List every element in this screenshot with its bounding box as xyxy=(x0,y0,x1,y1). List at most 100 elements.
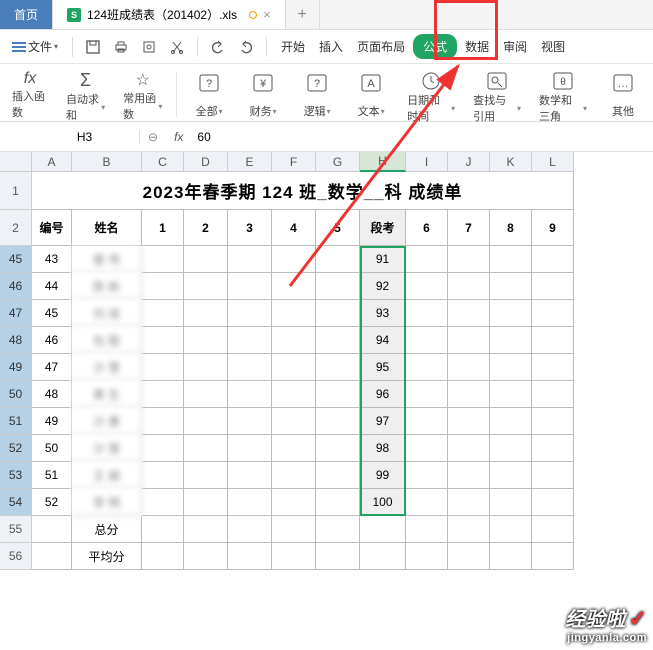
col-header-L[interactable]: L xyxy=(532,152,574,172)
cell[interactable] xyxy=(184,381,228,408)
cell[interactable]: 46 xyxy=(32,327,72,354)
col-header-H[interactable]: H xyxy=(360,152,406,172)
cell[interactable]: 1 xyxy=(142,210,184,246)
cell[interactable] xyxy=(360,516,406,543)
cell[interactable] xyxy=(490,435,532,462)
cell[interactable]: 编号 xyxy=(32,210,72,246)
cell[interactable]: 6 xyxy=(406,210,448,246)
ribbon-math[interactable]: θ 数学和三角▾ xyxy=(533,68,593,121)
cell[interactable] xyxy=(142,300,184,327)
cell[interactable] xyxy=(272,462,316,489)
cell[interactable] xyxy=(142,543,184,570)
cell[interactable] xyxy=(532,354,574,381)
fx-label[interactable]: fx xyxy=(166,130,191,144)
cell[interactable]: 94 xyxy=(360,327,406,354)
cell[interactable] xyxy=(272,300,316,327)
cell[interactable]: 93 xyxy=(360,300,406,327)
cell[interactable]: 50 xyxy=(32,435,72,462)
undo-icon[interactable] xyxy=(206,35,230,59)
cell[interactable] xyxy=(184,354,228,381)
cell[interactable] xyxy=(228,381,272,408)
cut-icon[interactable] xyxy=(165,35,189,59)
cell[interactable]: 99 xyxy=(360,462,406,489)
cell[interactable]: 51 xyxy=(32,462,72,489)
menu-item-6[interactable]: 视图 xyxy=(535,34,571,59)
cell[interactable]: 7 xyxy=(448,210,490,246)
cell[interactable]: 49 xyxy=(32,408,72,435)
ribbon-finance[interactable]: ¥ 财务▾ xyxy=(239,68,287,121)
ribbon-autosum[interactable]: Σ 自动求和▾ xyxy=(60,68,111,121)
ribbon-logic[interactable]: ? 逻辑▾ xyxy=(293,68,341,121)
cell[interactable] xyxy=(316,381,360,408)
cell[interactable]: 5 xyxy=(316,210,360,246)
cell[interactable]: 95 xyxy=(360,354,406,381)
cell[interactable] xyxy=(448,354,490,381)
cell[interactable] xyxy=(406,489,448,516)
cell[interactable] xyxy=(316,516,360,543)
cell[interactable]: 沙 慧 xyxy=(72,354,142,381)
cell[interactable]: 沙 惠 xyxy=(72,408,142,435)
row-header[interactable]: 47 xyxy=(0,300,32,327)
print-icon[interactable] xyxy=(109,35,133,59)
cell[interactable] xyxy=(316,246,360,273)
menu-item-4[interactable]: 数据 xyxy=(459,34,495,59)
cell[interactable] xyxy=(316,327,360,354)
ribbon-insert-function[interactable]: fx 插入函数 xyxy=(6,68,54,121)
cell[interactable] xyxy=(406,354,448,381)
cell[interactable] xyxy=(448,435,490,462)
cell[interactable] xyxy=(406,543,448,570)
cell[interactable] xyxy=(448,543,490,570)
cell[interactable] xyxy=(406,273,448,300)
cell[interactable] xyxy=(532,408,574,435)
cell[interactable] xyxy=(490,381,532,408)
tab-file[interactable]: S 124班成绩表（201402）.xls × xyxy=(53,0,286,29)
cell[interactable] xyxy=(490,462,532,489)
cell[interactable]: 9 xyxy=(532,210,574,246)
cell[interactable] xyxy=(184,246,228,273)
cell[interactable] xyxy=(406,516,448,543)
redo-icon[interactable] xyxy=(234,35,258,59)
cell[interactable] xyxy=(184,408,228,435)
col-header-E[interactable]: E xyxy=(228,152,272,172)
cell[interactable]: 98 xyxy=(360,435,406,462)
cell[interactable] xyxy=(184,489,228,516)
cell[interactable] xyxy=(316,354,360,381)
col-header-K[interactable]: K xyxy=(490,152,532,172)
cell[interactable] xyxy=(490,516,532,543)
cell[interactable] xyxy=(406,246,448,273)
cell[interactable] xyxy=(228,489,272,516)
cell[interactable] xyxy=(272,354,316,381)
col-header-I[interactable]: I xyxy=(406,152,448,172)
ribbon-lookup[interactable]: 查找与引用▾ xyxy=(467,68,527,121)
cell[interactable] xyxy=(360,543,406,570)
cell[interactable] xyxy=(448,300,490,327)
cell[interactable] xyxy=(142,435,184,462)
cell[interactable] xyxy=(142,273,184,300)
cell[interactable] xyxy=(142,516,184,543)
ribbon-all[interactable]: ? 全部▾ xyxy=(185,68,233,121)
row-header[interactable]: 1 xyxy=(0,172,32,210)
row-header[interactable]: 46 xyxy=(0,273,32,300)
cell[interactable]: 43 xyxy=(32,246,72,273)
cell[interactable] xyxy=(272,435,316,462)
cell[interactable] xyxy=(490,489,532,516)
cell[interactable] xyxy=(490,354,532,381)
cell[interactable]: 97 xyxy=(360,408,406,435)
cell[interactable] xyxy=(184,327,228,354)
menu-item-3[interactable]: 公式 xyxy=(413,34,457,59)
cell[interactable] xyxy=(142,246,184,273)
ribbon-common[interactable]: ☆ 常用函数▾ xyxy=(117,68,168,121)
cell[interactable] xyxy=(316,273,360,300)
cell[interactable]: 平均分 xyxy=(72,543,142,570)
cell[interactable] xyxy=(406,327,448,354)
cell[interactable] xyxy=(406,381,448,408)
cell[interactable] xyxy=(532,273,574,300)
formula-input[interactable] xyxy=(191,130,653,144)
cell[interactable] xyxy=(272,408,316,435)
cell[interactable] xyxy=(490,246,532,273)
menu-item-2[interactable]: 页面布局 xyxy=(351,34,411,59)
cell[interactable]: 王 娟 xyxy=(72,462,142,489)
row-header[interactable]: 53 xyxy=(0,462,32,489)
cell[interactable] xyxy=(228,408,272,435)
cell[interactable] xyxy=(532,300,574,327)
